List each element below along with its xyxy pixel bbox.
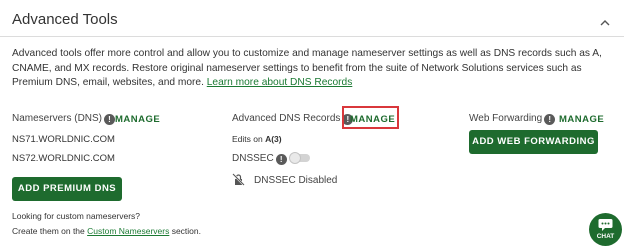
advanced-tools-panel: Advanced Tools Advanced tools offer more… <box>0 0 624 249</box>
dnssec-label-row: DNSSEC! <box>232 153 287 165</box>
web-forwarding-label: Web Forwarding <box>469 113 543 124</box>
add-premium-dns-button[interactable]: ADD PREMIUM DNS <box>12 177 122 201</box>
dnssec-status: DNSSEC Disabled <box>254 175 338 186</box>
nameservers-manage-link[interactable]: MANAGE <box>115 114 160 125</box>
section-description: Advanced tools offer more control and al… <box>12 47 612 91</box>
nameservers-label: Nameservers (DNS) <box>12 113 103 124</box>
add-web-forwarding-button[interactable]: ADD WEB FORWARDING <box>469 130 598 154</box>
section-title: Advanced Tools <box>12 11 118 28</box>
nameserver-1: NS71.WORLDNIC.COM <box>12 134 115 145</box>
dnssec-disabled-icon <box>232 173 245 186</box>
info-icon[interactable]: ! <box>544 114 556 125</box>
section-divider <box>0 36 624 37</box>
custom-ns-hint: Create them on the Custom Nameservers se… <box>12 226 201 236</box>
manage-highlight-box <box>342 106 399 129</box>
chat-bubble-icon <box>598 219 613 231</box>
dnssec-label: DNSSEC <box>232 153 274 164</box>
info-icon[interactable]: ! <box>275 154 287 165</box>
custom-ns-question: Looking for custom nameservers? <box>12 211 141 221</box>
chevron-up-icon[interactable] <box>598 17 612 29</box>
nameserver-2: NS72.WORLDNIC.COM <box>12 153 115 164</box>
custom-ns-prefix: Create them on the <box>12 226 88 236</box>
web-forwarding-manage-link[interactable]: MANAGE <box>559 114 604 125</box>
dnssec-toggle[interactable] <box>289 152 310 164</box>
info-icon[interactable]: ! <box>104 114 116 125</box>
nameservers-label-row: Nameservers (DNS)! <box>12 113 116 125</box>
web-forwarding-label-row: Web Forwarding! <box>469 113 556 125</box>
learn-more-link[interactable]: Learn more about DNS Records <box>207 77 353 88</box>
custom-ns-suffix: section. <box>169 226 201 236</box>
edits-value: A(3) <box>265 134 282 144</box>
edits-prefix: Edits on <box>232 134 266 144</box>
toggle-knob <box>289 152 301 164</box>
advanced-dns-label-row: Advanced DNS Records! <box>232 113 354 125</box>
chat-label: CHAT <box>596 233 615 240</box>
custom-nameservers-link[interactable]: Custom Nameservers <box>87 226 169 236</box>
chat-button[interactable]: CHAT <box>589 213 622 246</box>
edits-info: Edits on A(3) <box>232 134 282 144</box>
advanced-dns-label: Advanced DNS Records <box>232 113 341 124</box>
